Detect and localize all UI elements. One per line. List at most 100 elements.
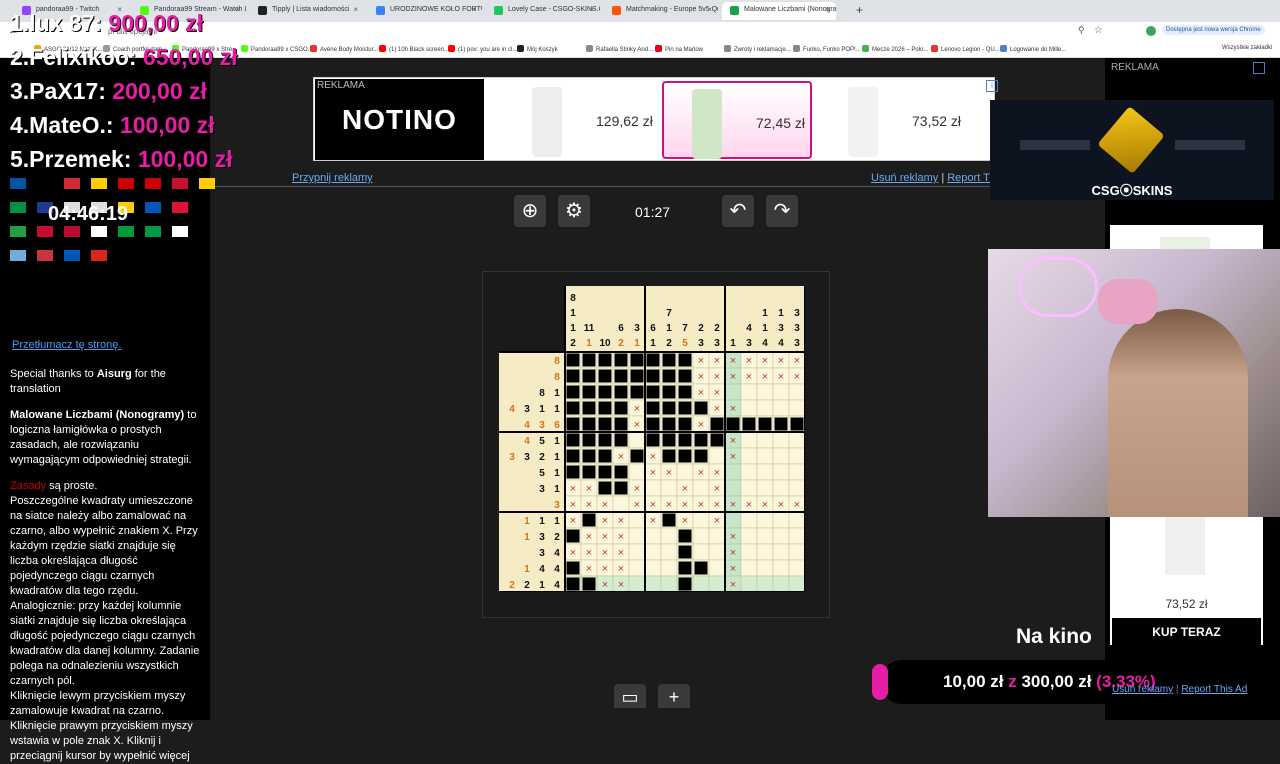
star-icon[interactable]: ☆	[1094, 25, 1103, 36]
nonogram-board[interactable]: 8 1 1 2 11 1 10 6 2 3 1 6 1 7 1 2 7 5 2 3 2 3 1 4 3 1 1 4 1 3 4 3 3 3 8 8 8 1…	[499, 286, 806, 597]
grid-cell[interactable]	[772, 575, 790, 593]
bookmark-item[interactable]: Avène Body Moistur...	[310, 45, 378, 53]
close-tab-icon[interactable]: ×	[825, 5, 830, 14]
grid-cell[interactable]	[756, 479, 774, 497]
grid-cell[interactable]	[740, 511, 758, 529]
bookmark-item[interactable]: Logowanie do Mille...	[1000, 45, 1066, 53]
save-button[interactable]: ▭	[614, 684, 646, 708]
grid-cell[interactable]	[772, 431, 790, 449]
grid-cell[interactable]	[740, 543, 758, 561]
grid-cell[interactable]	[788, 383, 806, 401]
undo-button[interactable]: ↶	[722, 195, 754, 227]
language-flag-icon[interactable]	[91, 226, 107, 237]
grid-cell[interactable]	[724, 383, 742, 401]
grid-cell[interactable]	[788, 527, 806, 545]
grid-cell[interactable]	[644, 479, 662, 497]
grid-cell[interactable]	[740, 431, 758, 449]
grid-cell[interactable]	[772, 479, 790, 497]
grid-cell[interactable]	[628, 575, 646, 593]
grid-cell[interactable]	[644, 559, 662, 577]
grid-cell[interactable]	[772, 559, 790, 577]
language-flag-icon[interactable]	[91, 250, 107, 261]
grid-cell[interactable]	[756, 543, 774, 561]
ad-product[interactable]: 129,62 zł	[504, 81, 654, 159]
grid-cell[interactable]	[740, 527, 758, 545]
language-flag-icon[interactable]	[10, 202, 26, 213]
grid-cell[interactable]	[788, 463, 806, 481]
top-ad-banner[interactable]: NOTINO REKLAMA 129,62 zł 72,45 zł 73,52 zł…	[313, 77, 998, 161]
grid-cell[interactable]	[676, 463, 694, 481]
browser-tab[interactable]: Lovely Case - CSGO-SKINS.COM×	[486, 2, 600, 20]
settings-button[interactable]: ⚙	[558, 195, 590, 227]
grid-cell[interactable]	[756, 447, 774, 465]
bookmark-item[interactable]: Zwroty i reklamacje...	[724, 45, 791, 53]
ad-product[interactable]: 73,52 zł	[820, 81, 970, 159]
grid-cell[interactable]	[788, 543, 806, 561]
bookmark-item[interactable]: (1) pov: you are in cl...	[448, 45, 517, 53]
bookmark-item[interactable]: Mój Koszyk	[517, 45, 558, 53]
grid-cell[interactable]	[740, 479, 758, 497]
grid-cell[interactable]	[692, 543, 710, 561]
report-ad-link[interactable]: Report Th	[947, 172, 996, 184]
language-flag-icon[interactable]	[172, 202, 188, 213]
grid-cell[interactable]	[628, 431, 646, 449]
grid-cell[interactable]	[644, 543, 662, 561]
language-flag-icon[interactable]	[145, 226, 161, 237]
notino-logo[interactable]: NOTINO	[315, 79, 484, 160]
bookmark-item[interactable]: Lenovo Legion - QU...	[931, 45, 1000, 53]
grid-cell[interactable]	[788, 431, 806, 449]
grid-cell[interactable]	[756, 575, 774, 593]
grid-cell[interactable]	[756, 463, 774, 481]
grid-cell[interactable]	[772, 527, 790, 545]
language-flag-icon[interactable]	[10, 226, 26, 237]
grid-cell[interactable]	[740, 575, 758, 593]
grid-cell[interactable]	[644, 527, 662, 545]
nonogram-svg[interactable]: 8112111 10623161712752323 143114134333888 1…	[499, 286, 806, 593]
grid-cell[interactable]	[740, 463, 758, 481]
grid-cell[interactable]	[756, 527, 774, 545]
profile-icon[interactable]	[1146, 26, 1156, 36]
grid-cell[interactable]	[740, 559, 758, 577]
grid-cell[interactable]	[756, 383, 774, 401]
language-flag-icon[interactable]	[145, 202, 161, 213]
grid-cell[interactable]	[708, 447, 726, 465]
grid-cell[interactable]	[740, 447, 758, 465]
grid-cell[interactable]	[628, 511, 646, 529]
grid-cell[interactable]	[628, 559, 646, 577]
grid-cell[interactable]	[708, 559, 726, 577]
grid-cell[interactable]	[756, 399, 774, 417]
ad-product[interactable]: 72,45 zł	[662, 81, 812, 159]
grid-cell[interactable]	[740, 383, 758, 401]
close-tab-icon[interactable]: ×	[471, 5, 476, 14]
translate-link[interactable]: Przetłumacz tę stronę.	[12, 339, 121, 351]
language-flag-icon[interactable]	[37, 226, 53, 237]
bookmark-item[interactable]: Pin na Marlow	[655, 45, 703, 53]
new-tab-icon[interactable]: +	[856, 3, 863, 17]
language-flag-icon[interactable]	[10, 250, 26, 261]
chrome-update-notice[interactable]: Dostępna jest nowa wersja Chrome	[1162, 25, 1265, 35]
grid-cell[interactable]	[772, 463, 790, 481]
close-tab-icon[interactable]: ×	[589, 5, 594, 14]
grid-cell[interactable]	[660, 479, 678, 497]
bookmark-item[interactable]: Mecze 2026 – Polo...	[862, 45, 928, 53]
bookmark-item[interactable]: Funko, Funko POP!...	[793, 45, 861, 53]
all-bookmarks[interactable]: Wszystkie zakładki	[1222, 45, 1272, 51]
language-flag-icon[interactable]	[64, 226, 80, 237]
close-tab-icon[interactable]: ×	[707, 5, 712, 14]
bottom-report-ad-link[interactable]: Report This Ad	[1181, 684, 1247, 695]
grid-cell[interactable]	[772, 447, 790, 465]
grid-cell[interactable]	[772, 511, 790, 529]
grid-cell[interactable]	[756, 431, 774, 449]
remove-ads-link[interactable]: Usuń reklamy	[871, 172, 938, 184]
bookmark-item[interactable]: (1) 10h Black screen...	[379, 45, 449, 53]
grid-cell[interactable]	[660, 527, 678, 545]
grid-cell[interactable]	[628, 463, 646, 481]
browser-tab[interactable]: Matchmaking - Europe 5v5 Qui...×	[604, 2, 718, 20]
grid-cell[interactable]	[756, 511, 774, 529]
grid-cell[interactable]	[692, 511, 710, 529]
zoom-icon[interactable]: ⚲	[1078, 25, 1085, 36]
grid-cell[interactable]	[708, 527, 726, 545]
grid-cell[interactable]	[692, 527, 710, 545]
grid-cell[interactable]	[660, 575, 678, 593]
grid-cell[interactable]	[772, 543, 790, 561]
